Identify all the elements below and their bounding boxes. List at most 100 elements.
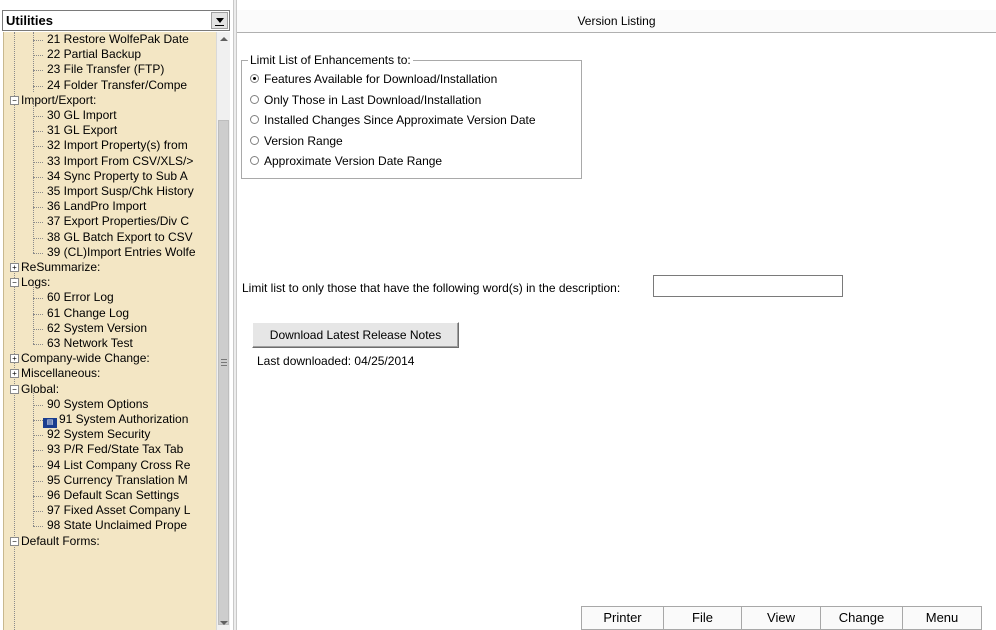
expand-icon[interactable]: + — [10, 263, 19, 272]
tree-item-label: 38 GL Batch Export to CSV — [47, 229, 193, 244]
menu-view-button[interactable]: View — [741, 606, 820, 630]
tree-branch-connector — [33, 390, 34, 527]
grip-icon — [221, 359, 227, 366]
filter-option-label: Only Those in Last Download/Installation — [264, 92, 482, 107]
tree-item-label: 30 GL Import — [47, 108, 117, 122]
tree-group[interactable]: Global: — [21, 382, 59, 397]
keyword-filter-input[interactable] — [653, 275, 843, 297]
tree-branch-connector — [33, 284, 34, 344]
menu-printer-button[interactable]: Printer — [581, 606, 663, 630]
filter-option[interactable]: Only Those in Last Download/Installation — [250, 92, 481, 108]
tree-item-label: 92 System Security — [47, 427, 151, 442]
tree-connector — [33, 404, 43, 406]
tree-group[interactable]: Logs: — [21, 275, 50, 290]
download-release-notes-button[interactable]: Download Latest Release Notes — [252, 322, 459, 348]
version-listing-panel: Version Listing Limit List of Enhancemen… — [237, 10, 996, 630]
tree-item-label: 96 Default Scan Settings — [47, 488, 180, 502]
expand-icon[interactable]: + — [10, 354, 19, 364]
menu-tree: 21 Restore WolfePak Date 22 Partial Backu… — [3, 32, 216, 630]
tree-connector — [33, 526, 43, 528]
tree-connector — [33, 70, 43, 72]
tree-item-label: 37 Export Properties/Div C — [47, 214, 190, 229]
tree-item[interactable]: 30 GL Import — [47, 108, 117, 123]
tree-connector — [33, 55, 43, 57]
tree-item[interactable]: 39 (CL)Import Entries Wolfe — [47, 245, 196, 260]
filter-option[interactable]: Approximate Version Date Range — [250, 153, 442, 169]
tree-item[interactable]: 60 Error Log — [47, 290, 114, 305]
tree-item[interactable]: 36 LandPro Import — [47, 199, 146, 214]
tree-item[interactable]: 32 Import Property(s) from — [47, 138, 188, 153]
filter-option[interactable]: Version Range — [250, 133, 343, 149]
tree-connector — [33, 207, 43, 209]
scroll-down-icon[interactable] — [220, 621, 228, 625]
tree-item[interactable]: 62 System Version — [47, 321, 147, 336]
tree-group[interactable]: Default Forms: — [21, 534, 100, 549]
filter-option[interactable]: Features Available for Download/Installa… — [250, 71, 497, 87]
scrollbar-thumb[interactable] — [218, 120, 229, 625]
tree-item[interactable]: 31 GL Export — [47, 123, 117, 138]
tree-scrollbar[interactable] — [216, 32, 230, 630]
tree-item-label: 90 System Options — [47, 396, 149, 411]
dropdown-arrow-icon[interactable] — [211, 12, 228, 29]
last-downloaded-text: Last downloaded: 04/25/2014 — [257, 354, 415, 368]
tree-item[interactable]: 90 System Options — [47, 397, 148, 412]
radio-icon[interactable] — [250, 94, 259, 104]
tree-item-label: 21 Restore WolfePak Date — [47, 32, 189, 46]
tree-branch-connector — [33, 102, 34, 253]
tree-item-label: 35 Import Susp/Chk History — [47, 184, 194, 198]
tree-connector — [33, 131, 43, 133]
tree-connector — [33, 176, 43, 178]
tree-connector — [33, 40, 43, 41]
tree-item[interactable]: 35 Import Susp/Chk History — [47, 184, 194, 199]
enhancement-filter-group: Limit List of Enhancements to: Features … — [241, 53, 582, 179]
module-select-value: Utilities — [6, 13, 53, 28]
tree-item-label: 60 Error Log — [47, 290, 114, 305]
tree-item[interactable]: 24 Folder Transfer/Compe — [47, 78, 187, 93]
tree-group[interactable]: Miscellaneous: — [21, 366, 100, 381]
collapse-icon[interactable]: − — [10, 95, 19, 105]
tree-connector — [33, 450, 43, 452]
tree-item[interactable]: 34 Sync Property to Sub A — [47, 169, 188, 184]
menu-file-button[interactable]: File — [663, 606, 741, 630]
tree-item[interactable]: 33 Import From CSV/XLS/> — [47, 154, 193, 169]
tree-group[interactable]: ReSummarize: — [21, 260, 100, 275]
tree-item-label: 63 Network Test — [47, 336, 133, 350]
menu-menu-button[interactable]: Menu — [902, 606, 982, 630]
tree-item[interactable]: 97 Fixed Asset Company L — [47, 503, 190, 518]
tree-item[interactable]: 92 System Security — [47, 427, 150, 442]
filter-option-label: Approximate Version Date Range — [264, 154, 443, 168]
radio-icon[interactable] — [250, 156, 259, 165]
expand-icon[interactable]: + — [10, 369, 19, 379]
tree-item[interactable]: 93 P/R Fed/State Tax Tab — [47, 442, 183, 457]
tree-item[interactable]: 21 Restore WolfePak Date — [47, 32, 189, 47]
collapse-icon[interactable]: − — [10, 384, 19, 394]
collapse-icon[interactable]: − — [10, 278, 19, 288]
filter-option-label: Version Range — [264, 133, 343, 148]
tree-item-label: 91 System Authorization — [59, 412, 189, 426]
navigation-panel: Utilities 21 Restore WolfePak Date 22 Par… — [0, 0, 233, 630]
tree-item[interactable]: 96 Default Scan Settings — [47, 488, 179, 503]
tree-item[interactable]: ▤ 91 System Authorization — [43, 412, 189, 428]
tree-item[interactable]: 98 State Unclaimed Prope — [47, 518, 187, 533]
tree-item[interactable]: 37 Export Properties/Div C — [47, 214, 189, 229]
tree-item-label: 98 State Unclaimed Prope — [47, 518, 188, 533]
tree-item[interactable]: 22 Partial Backup — [47, 47, 141, 62]
radio-icon[interactable] — [250, 115, 259, 124]
bottom-menubar: Printer File View Change Menu — [581, 606, 982, 630]
radio-selected-icon[interactable] — [250, 74, 259, 83]
radio-icon[interactable] — [250, 135, 259, 145]
tree-item[interactable]: 38 GL Batch Export to CSV — [47, 230, 193, 245]
tree-item[interactable]: 95 Currency Translation M — [47, 473, 188, 488]
module-select[interactable]: Utilities — [2, 10, 230, 31]
tree-item[interactable]: 63 Network Test — [47, 336, 133, 351]
tree-group[interactable]: Company-wide Change: — [21, 351, 150, 366]
tree-item[interactable]: 23 File Transfer (FTP) — [47, 62, 164, 77]
scroll-up-icon[interactable] — [220, 37, 228, 41]
filter-option[interactable]: Installed Changes Since Approximate Vers… — [250, 112, 536, 128]
tree-connector — [33, 116, 43, 117]
menu-change-button[interactable]: Change — [820, 606, 902, 630]
tree-item[interactable]: 94 List Company Cross Re — [47, 458, 190, 473]
collapse-icon[interactable]: − — [10, 536, 19, 546]
tree-group-label: Logs: — [21, 275, 51, 290]
tree-item[interactable]: 61 Change Log — [47, 306, 129, 321]
